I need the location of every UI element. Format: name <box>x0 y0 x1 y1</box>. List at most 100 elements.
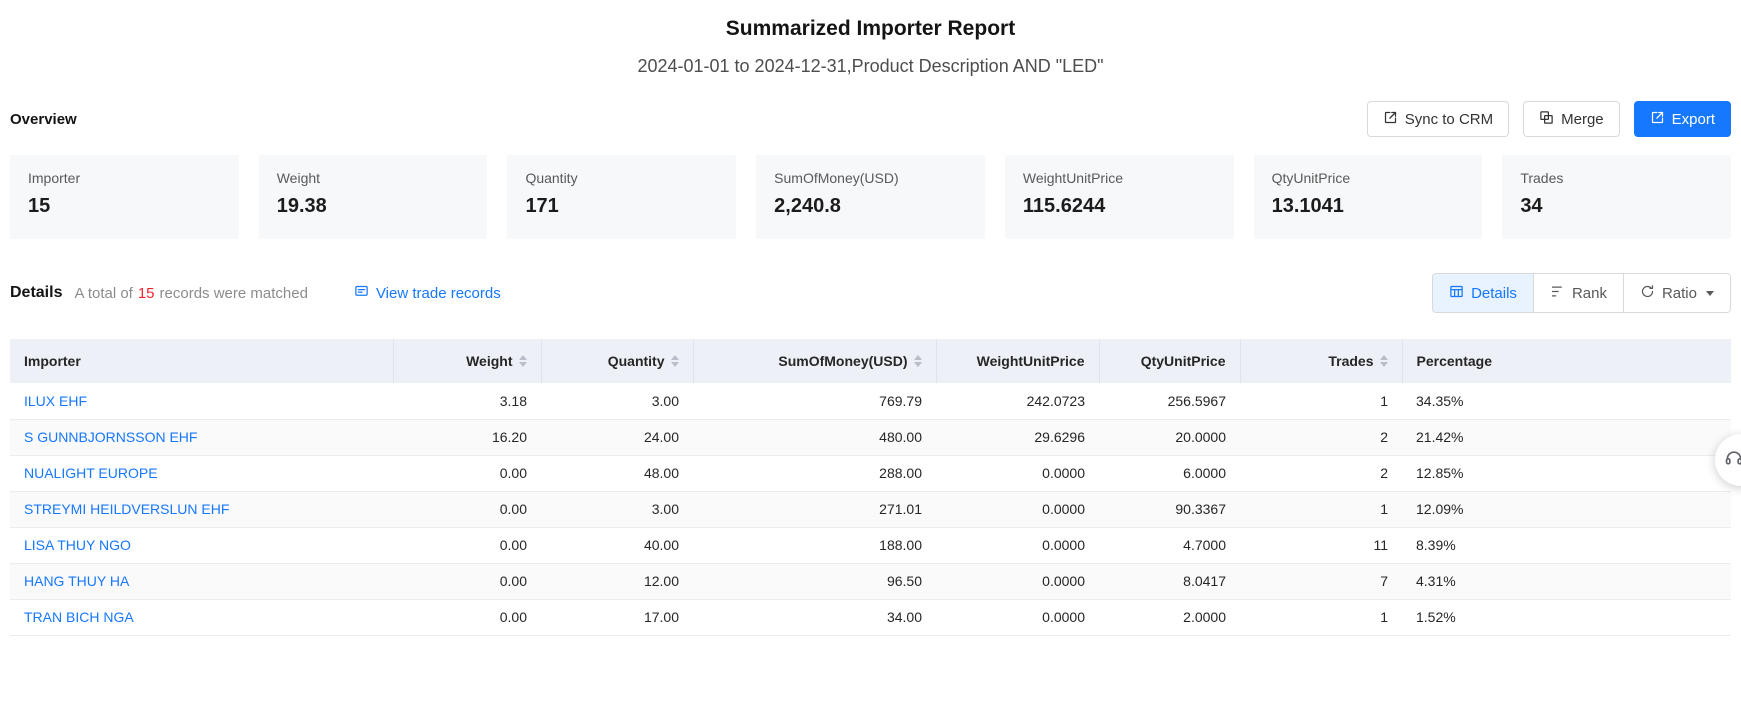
sum-of-money-cell: 769.79 <box>693 383 936 419</box>
overview-toolbar: Overview Sync to CRM Merge Export <box>0 101 1741 137</box>
importer-link[interactable]: STREYMI HEILDVERSLUN EHF <box>24 501 229 517</box>
card-quantity: Quantity 171 <box>507 155 736 239</box>
weight-cell: 16.20 <box>393 419 541 455</box>
view-trade-records-link[interactable]: View trade records <box>354 284 501 303</box>
overview-cards: Importer 15 Weight 19.38 Quantity 171 Su… <box>0 155 1741 239</box>
weight-cell: 3.18 <box>393 383 541 419</box>
sort-icon[interactable] <box>671 355 679 367</box>
merge-icon <box>1539 110 1554 129</box>
card-trades: Trades 34 <box>1502 155 1731 239</box>
tab-ratio[interactable]: Ratio <box>1623 274 1730 312</box>
matched-records-text: A total of 15 records were matched <box>74 285 307 302</box>
weight-unit-price-cell: 29.6296 <box>936 419 1099 455</box>
col-header-sum-of-money[interactable]: SumOfMoney(USD) <box>693 339 936 383</box>
percentage-cell: 34.35% <box>1402 383 1731 419</box>
details-toolbar: Details A total of 15 records were match… <box>0 273 1741 313</box>
trades-cell: 7 <box>1240 563 1402 599</box>
col-header-percentage: Percentage <box>1402 339 1731 383</box>
card-value: 171 <box>525 195 718 218</box>
weight-cell: 0.00 <box>393 491 541 527</box>
weight-cell: 0.00 <box>393 527 541 563</box>
table-row: LISA THUY NGO0.0040.00188.000.00004.7000… <box>10 527 1731 563</box>
report-header: Summarized Importer Report 2024-01-01 to… <box>0 0 1741 77</box>
qty-unit-price-cell: 2.0000 <box>1099 599 1240 635</box>
weight-cell: 0.00 <box>393 563 541 599</box>
importer-link[interactable]: TRAN BICH NGA <box>24 609 134 625</box>
trades-cell: 1 <box>1240 491 1402 527</box>
col-header-label: Quantity <box>608 353 665 369</box>
table-body: ILUX EHF3.183.00769.79242.0723256.596713… <box>10 383 1731 635</box>
card-label: Trades <box>1520 170 1713 186</box>
importer-link[interactable]: NUALIGHT EUROPE <box>24 465 158 481</box>
table-header-row: Importer Weight Quantity SumOfMoney(USD) <box>10 339 1731 383</box>
col-header-weight-unit-price: WeightUnitPrice <box>936 339 1099 383</box>
col-header-label: Weight <box>466 353 512 369</box>
sync-to-crm-label: Sync to CRM <box>1405 111 1493 128</box>
quantity-cell: 24.00 <box>541 419 693 455</box>
sum-of-money-cell: 480.00 <box>693 419 936 455</box>
card-weight-unit-price: WeightUnitPrice 115.6244 <box>1005 155 1234 239</box>
weight-unit-price-cell: 0.0000 <box>936 491 1099 527</box>
qty-unit-price-cell: 6.0000 <box>1099 455 1240 491</box>
card-label: Quantity <box>525 170 718 186</box>
card-value: 115.6244 <box>1023 195 1216 218</box>
sync-to-crm-button[interactable]: Sync to CRM <box>1367 101 1509 137</box>
tab-details[interactable]: Details <box>1433 274 1533 312</box>
sum-of-money-cell: 96.50 <box>693 563 936 599</box>
importer-link[interactable]: S GUNNBJORNSSON EHF <box>24 429 197 445</box>
col-header-quantity[interactable]: Quantity <box>541 339 693 383</box>
importer-link[interactable]: LISA THUY NGO <box>24 537 131 553</box>
quantity-cell: 48.00 <box>541 455 693 491</box>
sum-of-money-cell: 271.01 <box>693 491 936 527</box>
card-sum-of-money: SumOfMoney(USD) 2,240.8 <box>756 155 985 239</box>
card-value: 15 <box>28 195 221 218</box>
sort-icon[interactable] <box>1380 355 1388 367</box>
importer-link[interactable]: ILUX EHF <box>24 393 87 409</box>
col-header-trades[interactable]: Trades <box>1240 339 1402 383</box>
card-weight: Weight 19.38 <box>259 155 488 239</box>
overview-section-title: Overview <box>10 111 77 128</box>
merge-button[interactable]: Merge <box>1523 101 1620 137</box>
qty-unit-price-cell: 256.5967 <box>1099 383 1240 419</box>
view-trade-records-label: View trade records <box>376 285 501 302</box>
percentage-cell: 4.31% <box>1402 563 1731 599</box>
weight-cell: 0.00 <box>393 599 541 635</box>
sum-of-money-cell: 188.00 <box>693 527 936 563</box>
col-header-label: SumOfMoney(USD) <box>778 353 907 369</box>
weight-unit-price-cell: 242.0723 <box>936 383 1099 419</box>
refresh-icon <box>1640 284 1655 303</box>
trades-cell: 1 <box>1240 599 1402 635</box>
export-button[interactable]: Export <box>1634 101 1731 137</box>
importer-cell: ILUX EHF <box>10 383 393 419</box>
col-header-weight[interactable]: Weight <box>393 339 541 383</box>
sort-icon[interactable] <box>914 355 922 367</box>
tab-rank-label: Rank <box>1572 285 1607 302</box>
importer-link[interactable]: HANG THUY HA <box>24 573 129 589</box>
merge-label: Merge <box>1561 111 1604 128</box>
trades-cell: 11 <box>1240 527 1402 563</box>
card-label: Weight <box>277 170 470 186</box>
quantity-cell: 3.00 <box>541 383 693 419</box>
tab-ratio-label: Ratio <box>1662 285 1697 302</box>
export-label: Export <box>1672 111 1715 128</box>
sum-of-money-cell: 288.00 <box>693 455 936 491</box>
trades-cell: 2 <box>1240 419 1402 455</box>
percentage-cell: 12.09% <box>1402 491 1731 527</box>
card-importer: Importer 15 <box>10 155 239 239</box>
percentage-cell: 21.42% <box>1402 419 1731 455</box>
card-value: 13.1041 <box>1272 195 1465 218</box>
matched-count: 15 <box>138 285 155 302</box>
matched-suffix: records were matched <box>160 285 308 302</box>
percentage-cell: 1.52% <box>1402 599 1731 635</box>
percentage-cell: 12.85% <box>1402 455 1731 491</box>
qty-unit-price-cell: 20.0000 <box>1099 419 1240 455</box>
trades-cell: 1 <box>1240 383 1402 419</box>
card-value: 2,240.8 <box>774 195 967 218</box>
tab-rank[interactable]: Rank <box>1533 274 1623 312</box>
sort-icon[interactable] <box>519 355 527 367</box>
table-row: STREYMI HEILDVERSLUN EHF0.003.00271.010.… <box>10 491 1731 527</box>
sync-to-crm-icon <box>1383 110 1398 129</box>
quantity-cell: 40.00 <box>541 527 693 563</box>
details-table-wrap: Importer Weight Quantity SumOfMoney(USD) <box>0 339 1741 636</box>
rank-icon <box>1550 284 1565 303</box>
